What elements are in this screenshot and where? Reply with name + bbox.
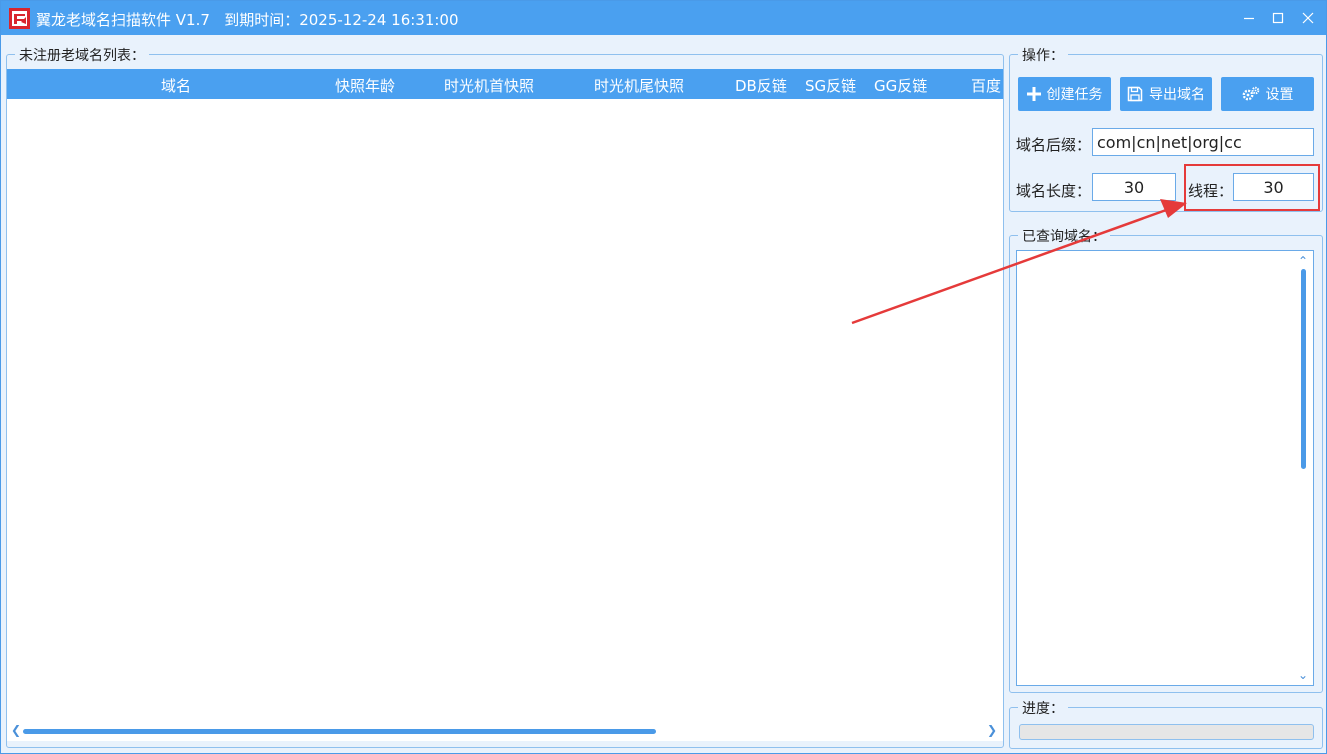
save-icon [1127,86,1143,102]
table-header: 域名 快照年龄 时光机首快照 时光机尾快照 DB反链 SG反链 GG反链 百度 [7,69,1003,99]
domain-list-title: 未注册老域名列表： [15,45,149,65]
app-name: 翼龙老域名扫描软件 V1.7 [36,11,210,29]
progress-bar [1019,724,1314,740]
maximize-icon [1272,12,1284,24]
create-task-button[interactable]: 创建任务 [1018,77,1111,111]
length-input[interactable] [1092,173,1176,201]
column-header-sg-backlinks[interactable]: SG反链 [805,75,856,96]
domain-table[interactable]: 域名 快照年龄 时光机首快照 时光机尾快照 DB反链 SG反链 GG反链 百度 [7,69,1003,721]
settings-label: 设置 [1265,87,1294,103]
gears-icon [1242,86,1259,101]
column-header-first-snapshot[interactable]: 时光机首快照 [444,75,534,96]
length-label: 域名长度： [1016,182,1092,200]
app-logo-icon [9,8,30,29]
close-button[interactable] [1296,6,1320,30]
column-header-db-backlinks[interactable]: DB反链 [735,75,787,96]
horizontal-scroll-thumb[interactable] [23,729,656,734]
minimize-button[interactable] [1237,6,1261,30]
horizontal-scrollbar[interactable]: ❮ ❯ [7,721,1003,741]
create-task-label: 创建任务 [1046,87,1103,103]
settings-button[interactable]: 设置 [1221,77,1314,111]
suffix-label: 域名后缀： [1016,136,1092,154]
threads-highlight-box [1184,164,1320,211]
column-header-domain[interactable]: 域名 [161,75,191,96]
scroll-right-icon[interactable]: ❯ [987,723,997,737]
title-bar[interactable]: 翼龙老域名扫描软件 V1.7 到期时间：2025-12-24 16:31:00 [1,1,1326,35]
column-header-gg-backlinks[interactable]: GG反链 [874,75,927,96]
column-header-last-snapshot[interactable]: 时光机尾快照 [594,75,684,96]
scroll-left-icon[interactable]: ❮ [11,723,21,737]
scroll-down-icon[interactable]: ⌄ [1298,668,1308,682]
minimize-icon [1244,17,1254,20]
column-header-baidu[interactable]: 百度 [971,75,1001,96]
export-domains-label: 导出域名 [1149,87,1205,103]
queried-domains-title: 已查询域名： [1018,226,1110,246]
vertical-scroll-thumb[interactable] [1301,269,1306,469]
expiry-text: 到期时间：2025-12-24 16:31:00 [224,11,459,29]
maximize-button[interactable] [1266,6,1290,30]
export-domains-button[interactable]: 导出域名 [1120,77,1212,111]
scroll-up-icon[interactable]: ⌃ [1298,254,1308,268]
window-title: 翼龙老域名扫描软件 V1.7 到期时间：2025-12-24 16:31:00 [36,9,459,30]
plus-icon [1026,87,1041,101]
column-header-snapshot-age[interactable]: 快照年龄 [335,75,395,96]
close-icon [1302,12,1314,24]
operations-title: 操作： [1018,45,1068,65]
queried-domains-list[interactable] [1016,250,1314,686]
progress-title: 进度： [1018,698,1068,718]
app-window: 翼龙老域名扫描软件 V1.7 到期时间：2025-12-24 16:31:00 … [0,0,1327,754]
suffix-input[interactable] [1092,128,1314,156]
